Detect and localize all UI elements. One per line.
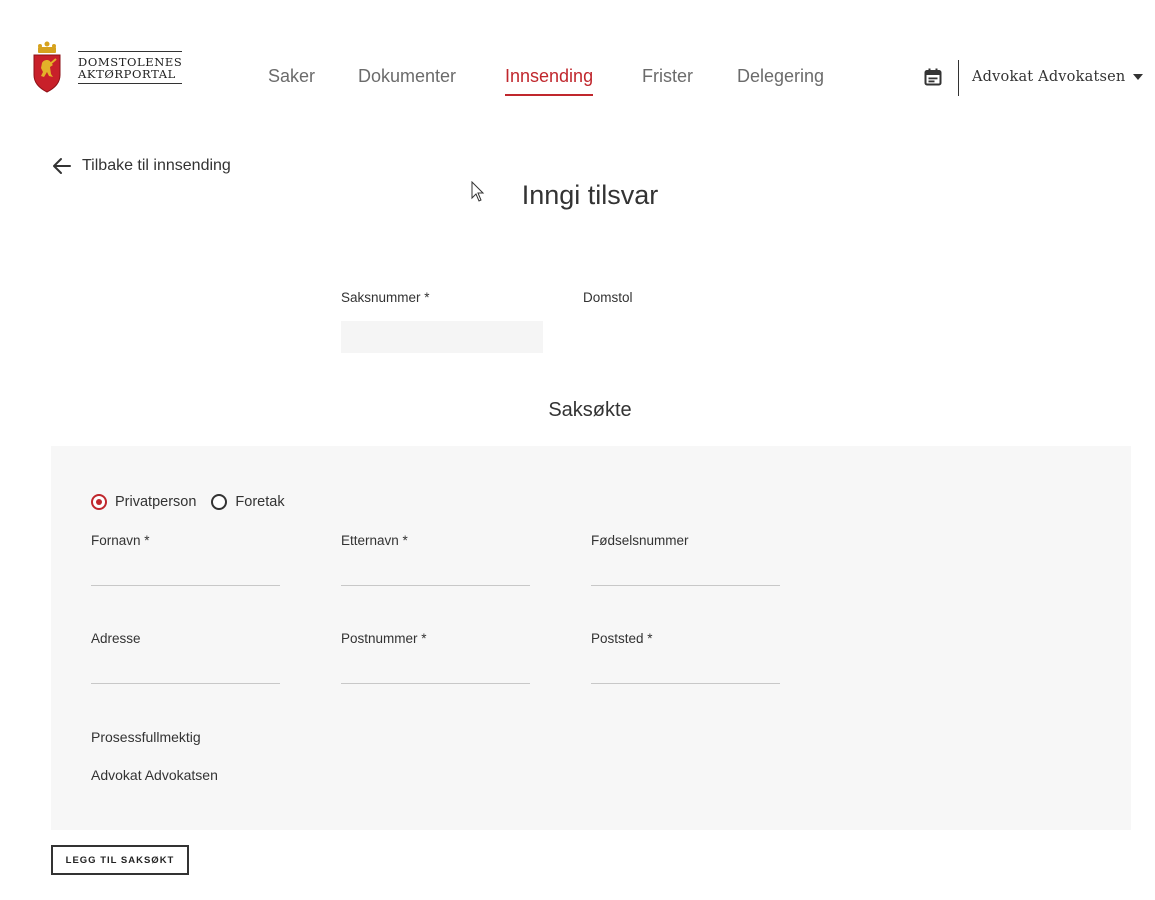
- radio-privatperson[interactable]: Privatperson: [91, 494, 196, 510]
- radio-foretak-label: Foretak: [235, 494, 285, 510]
- adresse-input[interactable]: [91, 660, 280, 684]
- fodselsnummer-label: Fødselsnummer: [591, 533, 689, 548]
- back-link[interactable]: Tilbake til innsending: [52, 157, 231, 175]
- logo-line-2: AKTØRPORTAL: [78, 66, 176, 81]
- section-title-saksokte: Saksøkte: [548, 399, 632, 421]
- chevron-down-icon: [1133, 74, 1144, 80]
- fornavn-input[interactable]: [91, 562, 280, 586]
- arrow-left-icon: [53, 158, 71, 174]
- poststed-input[interactable]: [591, 660, 780, 684]
- radio-checked-icon: [91, 494, 107, 510]
- fornavn-label: Fornavn *: [91, 533, 150, 548]
- fornavn-field: Fornavn *: [91, 533, 281, 586]
- saksnummer-input[interactable]: [341, 321, 543, 353]
- nav-saker[interactable]: Saker: [268, 66, 315, 87]
- logo-line-1: DOMSTOLENES: [78, 54, 183, 69]
- poststed-label: Poststed *: [591, 631, 653, 646]
- nav-dokumenter[interactable]: Dokumenter: [358, 66, 456, 87]
- user-name: Advokat Advokatsen: [972, 69, 1126, 85]
- poststed-field: Poststed *: [591, 631, 781, 684]
- fodselsnummer-input[interactable]: [591, 562, 780, 586]
- adresse-label: Adresse: [91, 631, 141, 646]
- page-title: Inngi tilsvar: [521, 180, 659, 210]
- domstol-label: Domstol: [583, 290, 633, 305]
- radio-unchecked-icon: [211, 494, 228, 510]
- etternavn-label: Etternavn *: [341, 533, 408, 548]
- nav-delegering[interactable]: Delegering: [737, 66, 824, 87]
- prosessfullmektig-label: Prosessfullmektig: [91, 729, 201, 745]
- back-link-label: Tilbake til innsending: [82, 157, 231, 174]
- postnummer-label: Postnummer *: [341, 631, 427, 646]
- user-menu[interactable]: Advokat Advokatsen: [972, 69, 1144, 85]
- postnummer-field: Postnummer *: [341, 631, 531, 684]
- saksnummer-label: Saksnummer *: [341, 290, 430, 305]
- coat-of-arms-icon: [33, 41, 61, 93]
- logo-text: DOMSTOLENES AKTØRPORTAL: [78, 50, 183, 84]
- etternavn-field: Etternavn *: [341, 533, 531, 586]
- etternavn-input[interactable]: [341, 562, 530, 586]
- prosessfullmektig-value: Advokat Advokatsen: [91, 767, 218, 783]
- nav-innsending[interactable]: Innsending: [505, 66, 594, 96]
- adresse-field: Adresse: [91, 631, 281, 684]
- calendar-icon[interactable]: [924, 68, 942, 86]
- nav-frister[interactable]: Frister: [642, 66, 693, 87]
- radio-privatperson-label: Privatperson: [115, 494, 197, 510]
- postnummer-input[interactable]: [341, 660, 530, 684]
- radio-foretak[interactable]: Foretak: [211, 494, 285, 510]
- party-type-radio-group: Privatperson Foretak: [91, 494, 300, 510]
- party-panel: Privatperson Foretak Fornavn * Etternavn…: [51, 446, 1131, 830]
- fodselsnummer-field: Fødselsnummer: [591, 533, 781, 586]
- header-divider: [958, 60, 959, 96]
- add-saksokt-button[interactable]: LEGG TIL SAKSØKT: [51, 845, 189, 875]
- logo[interactable]: DOMSTOLENES AKTØRPORTAL: [32, 41, 183, 93]
